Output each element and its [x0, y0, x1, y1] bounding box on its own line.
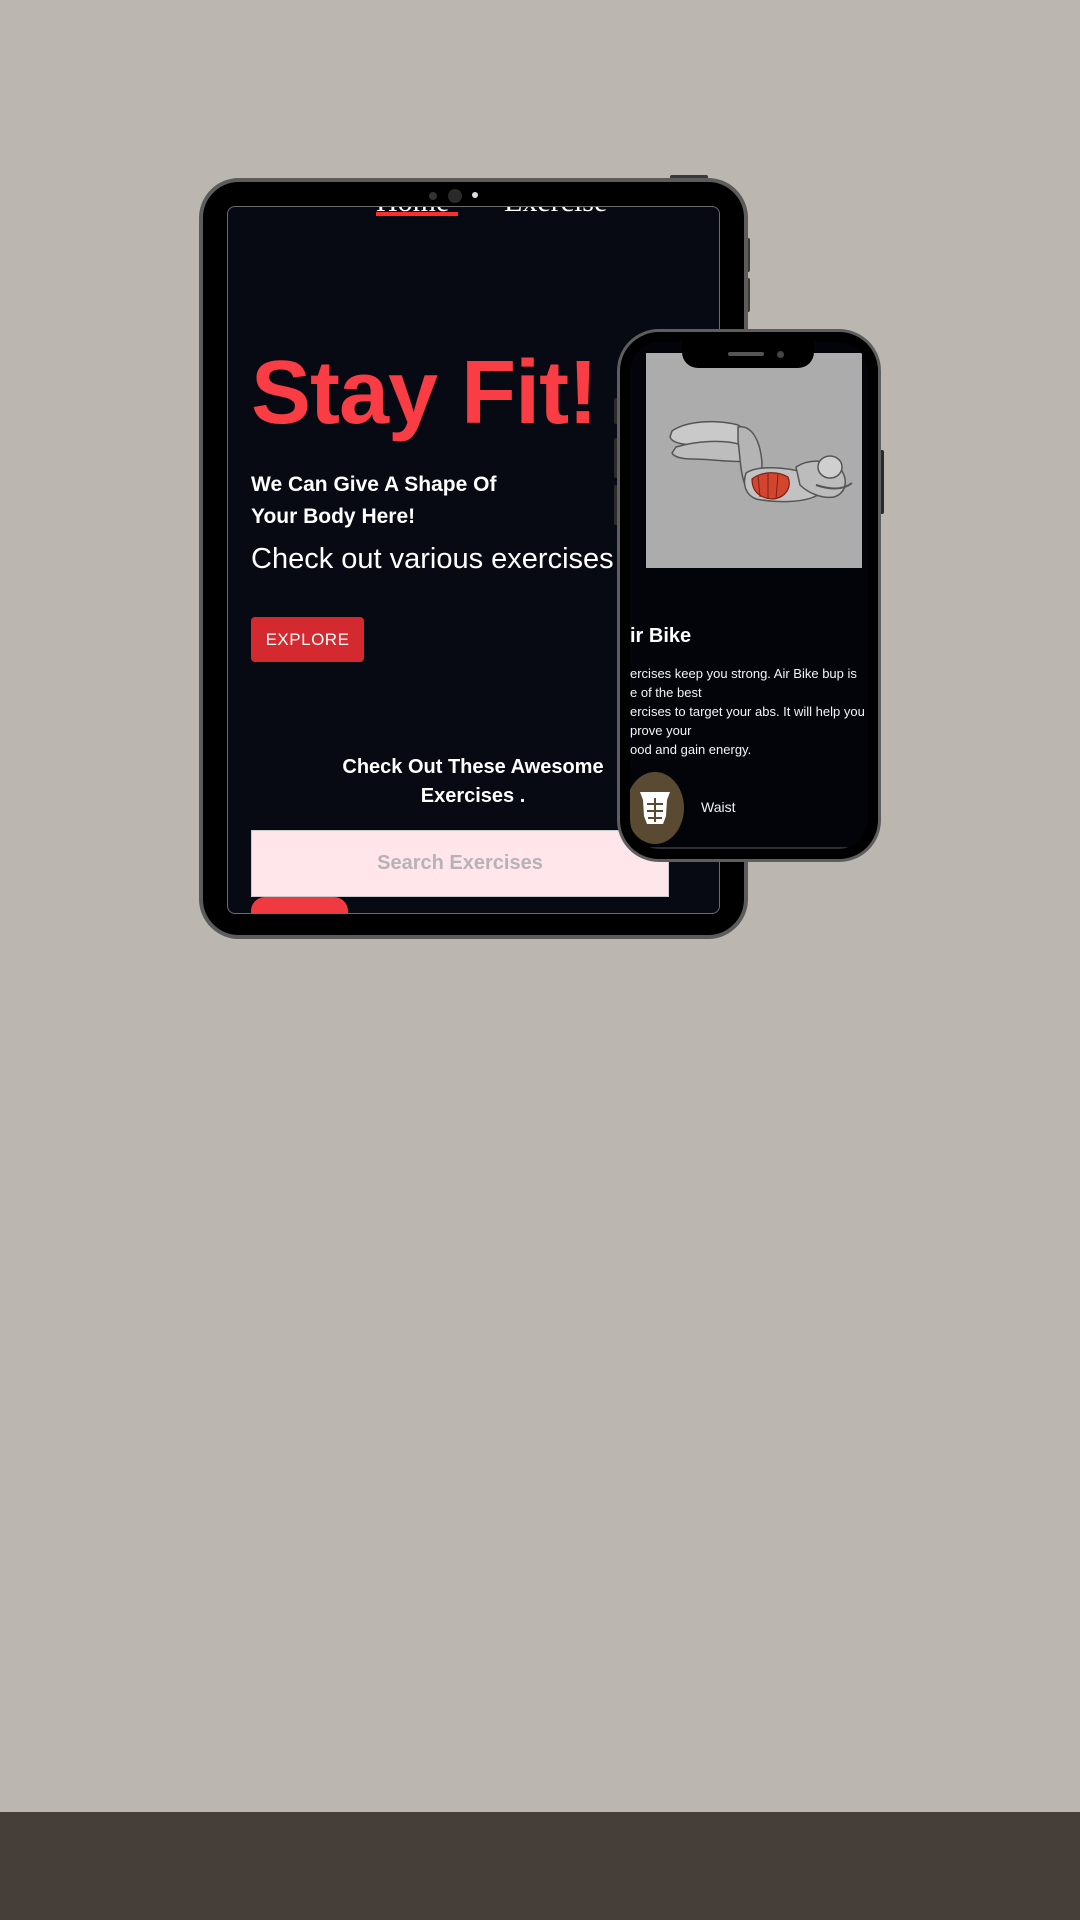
navbar: Home Exercise — [228, 207, 719, 219]
body-part-button[interactable] — [630, 772, 684, 844]
nav-active-indicator — [376, 212, 458, 216]
exercise-description-line: prove your — [630, 723, 692, 738]
front-camera-icon — [777, 351, 784, 358]
tablet-sensor-icon — [429, 192, 437, 200]
section-title-line2: Exercises . — [420, 785, 526, 807]
exercise-image — [646, 353, 862, 568]
hero-description: Check out various exercises — [251, 543, 614, 575]
section-title-line1: Check Out These Awesome — [342, 756, 604, 778]
hero-subtitle: We Can Give A Shape Of Your Body Here! — [251, 469, 551, 533]
tablet-light-icon — [472, 192, 478, 198]
exercise-description: ercises keep you strong. Air Bike bup is… — [630, 664, 868, 759]
section-title: Check Out These Awesome Exercises . — [323, 753, 623, 811]
explore-button[interactable]: EXPLORE — [251, 617, 364, 662]
air-bike-illustration — [669, 420, 853, 503]
footer-band — [0, 1812, 1080, 1920]
nav-link-exercise[interactable]: Exercise — [504, 207, 607, 219]
phone-screen: ir Bike ercises keep you strong. Air Bik… — [630, 342, 868, 849]
page: Home Exercise Stay Fit! We Can Give A Sh… — [0, 0, 1080, 1920]
hero-subtitle-line1: We Can Give A Shape Of — [251, 473, 497, 496]
divider — [630, 847, 868, 849]
exercise-description-line: ood and gain energy. — [630, 742, 752, 757]
exercise-description-line: e of the best — [630, 685, 702, 700]
tablet-camera-icon — [448, 189, 462, 203]
abs-icon — [640, 792, 670, 824]
search-button[interactable] — [251, 897, 348, 913]
hero-title: Stay Fit! — [251, 343, 598, 443]
exercise-description-line: ercises to target your abs. It will help… — [630, 704, 865, 719]
tablet-camera-bar — [203, 189, 744, 203]
exercise-description-line: ercises keep you strong. Air Bike bup is — [630, 666, 857, 681]
hero-subtitle-line2: Your Body Here! — [251, 505, 416, 528]
body-part-label: Waist — [701, 799, 736, 815]
exercise-name: ir Bike — [630, 625, 692, 647]
phone-notch — [682, 342, 814, 368]
speaker-icon — [728, 352, 764, 356]
phone-device: ir Bike ercises keep you strong. Air Bik… — [617, 329, 881, 862]
search-input[interactable]: Search Exercises — [251, 830, 669, 897]
